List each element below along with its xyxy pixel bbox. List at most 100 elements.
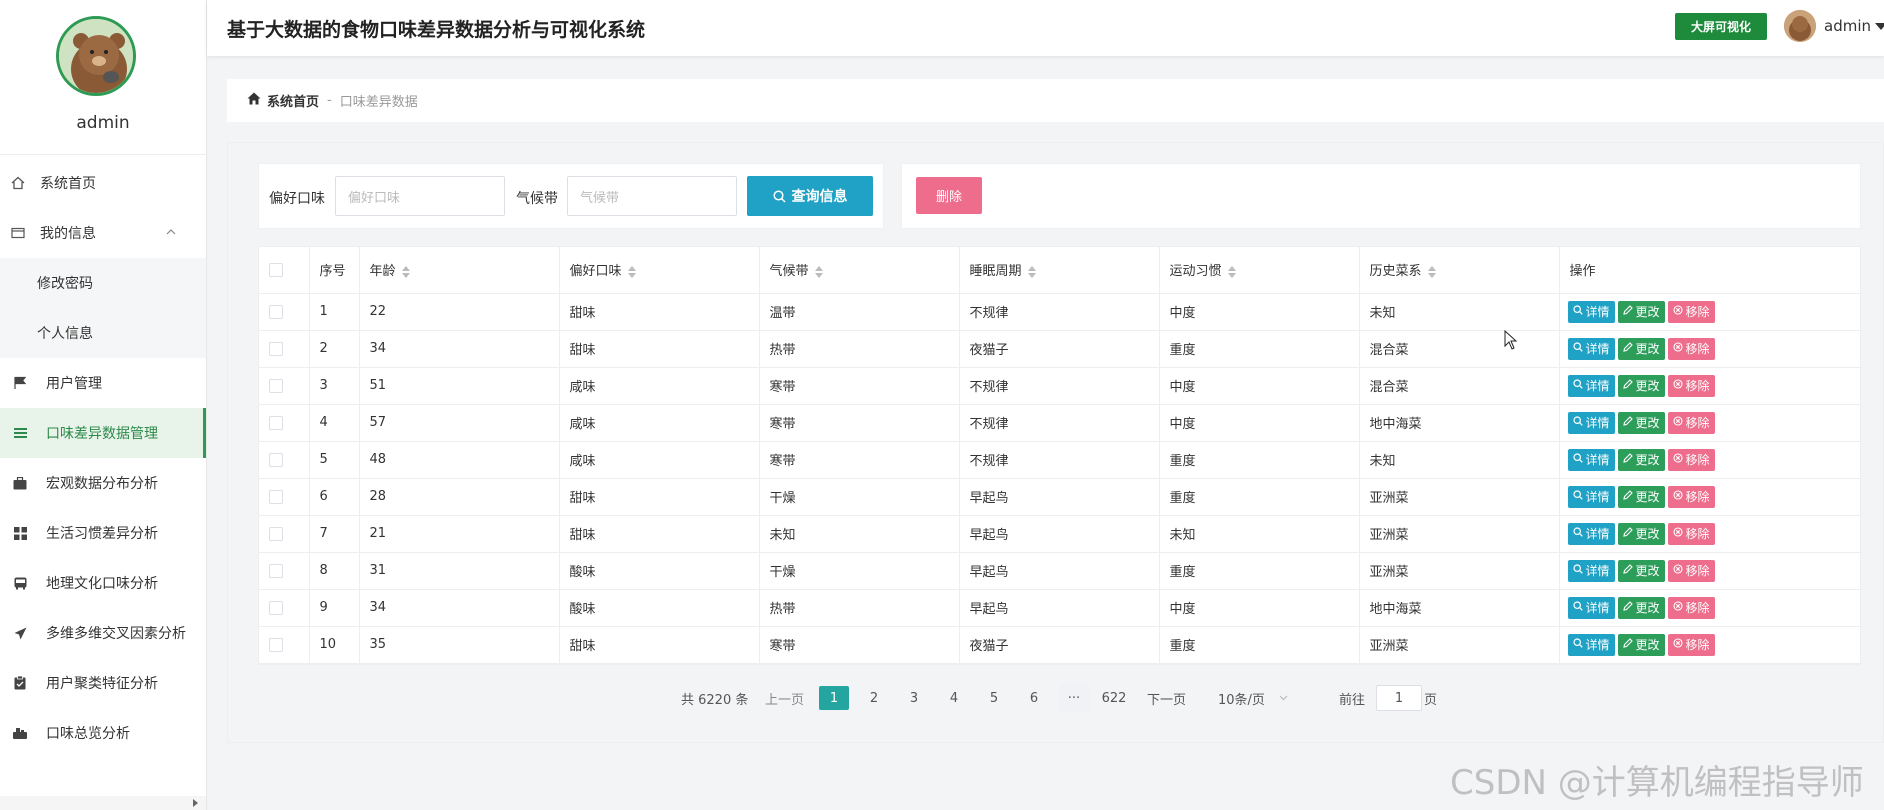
checkbox[interactable] [269,452,283,467]
checkbox[interactable] [269,600,283,615]
checkbox[interactable] [269,304,283,319]
col-header-cuisine[interactable]: 历史菜系 [1359,247,1560,294]
breadcrumb-home[interactable]: 系统首页 [247,91,319,110]
page-3-button[interactable]: 3 [899,684,929,712]
remove-button[interactable]: 移除 [1667,596,1715,619]
sidebar-item-lifestyle-analysis[interactable]: 生活习惯差异分析 [0,508,206,558]
sort-icon[interactable] [401,265,410,278]
page-6-button[interactable]: 6 [1019,684,1049,712]
checkbox[interactable] [269,262,283,277]
row-select-cell[interactable] [259,293,310,331]
climate-input[interactable]: 气候带 [567,176,737,216]
edit-button[interactable]: 更改 [1617,559,1665,582]
detail-button[interactable]: 详情 [1567,337,1615,360]
col-header-sleep[interactable]: 睡眠周期 [959,247,1160,294]
remove-button[interactable]: 移除 [1667,411,1715,434]
row-select-cell[interactable] [259,515,310,553]
remove-button[interactable]: 移除 [1667,374,1715,397]
bigscreen-button[interactable]: 大屏可视化 [1675,13,1767,40]
sort-icon[interactable] [814,265,823,278]
edit-button[interactable]: 更改 [1617,633,1665,656]
sidebar-scrollbar[interactable] [0,796,206,810]
checkbox[interactable] [269,637,283,652]
page-1-button[interactable]: 1 [819,686,849,710]
edit-button[interactable]: 更改 [1617,374,1665,397]
sort-icon[interactable] [1027,265,1036,278]
row-select-cell[interactable] [259,626,310,664]
sidebar-item-my-info[interactable]: 我的信息 [0,208,206,258]
sidebar-item-user-management[interactable]: 用户管理 [0,358,206,408]
goto-page-input[interactable]: 1 [1376,685,1422,711]
sidebar-item-home[interactable]: 系统首页 [0,158,206,208]
page-4-button[interactable]: 4 [939,684,969,712]
col-header-age[interactable]: 年龄 [359,247,560,294]
sort-icon[interactable] [627,265,636,278]
row-select-cell[interactable] [259,589,310,627]
select-all-checkbox[interactable] [259,247,310,294]
detail-button[interactable]: 详情 [1567,411,1615,434]
remove-button[interactable]: 移除 [1667,448,1715,471]
next-page-button[interactable]: 下一页 [1147,684,1186,712]
remove-button[interactable]: 移除 [1667,300,1715,323]
col-header-taste[interactable]: 偏好口味 [559,247,760,294]
remove-button[interactable]: 移除 [1667,559,1715,582]
col-header-climate[interactable]: 气候带 [759,247,960,294]
sidebar-item-cluster-analysis[interactable]: 用户聚类特征分析 [0,658,206,708]
edit-button[interactable]: 更改 [1617,411,1665,434]
detail-button[interactable]: 详情 [1567,448,1615,471]
detail-button[interactable]: 详情 [1567,522,1615,545]
last-page-button[interactable]: 622 [1099,684,1129,712]
edit-button[interactable]: 更改 [1617,448,1665,471]
prev-page-button[interactable]: 上一页 [765,684,804,712]
checkbox[interactable] [269,341,283,356]
row-select-cell[interactable] [259,404,310,442]
remove-button[interactable]: 移除 [1667,485,1715,508]
remove-button[interactable]: 移除 [1667,633,1715,656]
checkbox[interactable] [269,526,283,541]
row-select-cell[interactable] [259,441,310,479]
row-select-cell[interactable] [259,330,310,368]
row-select-cell[interactable] [259,367,310,405]
scroll-right-icon[interactable] [193,799,198,807]
sort-icon[interactable] [1427,265,1436,278]
col-header-exercise[interactable]: 运动习惯 [1159,247,1360,294]
sidebar-item-taste-data[interactable]: 口味差异数据管理 [0,408,206,458]
edit-button[interactable]: 更改 [1617,485,1665,508]
edit-button[interactable]: 更改 [1617,300,1665,323]
sidebar-item-taste-overview[interactable]: 口味总览分析 [0,708,206,758]
detail-button[interactable]: 详情 [1567,374,1615,397]
query-button[interactable]: 查询信息 [747,176,873,216]
edit-button[interactable]: 更改 [1617,522,1665,545]
remove-button[interactable]: 移除 [1667,337,1715,360]
sort-icon[interactable] [1227,265,1236,278]
page-5-button[interactable]: 5 [979,684,1009,712]
page-2-button[interactable]: 2 [859,684,889,712]
row-select-cell[interactable] [259,552,310,590]
detail-button[interactable]: 详情 [1567,300,1615,323]
remove-button[interactable]: 移除 [1667,522,1715,545]
detail-button[interactable]: 详情 [1567,633,1615,656]
user-avatar[interactable] [1784,10,1816,42]
detail-button[interactable]: 详情 [1567,596,1615,619]
edit-button[interactable]: 更改 [1617,596,1665,619]
row-select-cell[interactable] [259,478,310,516]
more-pages-button[interactable]: ··· [1059,684,1089,712]
sidebar-item-change-password[interactable]: 修改密码 [0,258,206,308]
sidebar-item-macro-analysis[interactable]: 宏观数据分布分析 [0,458,206,508]
checkbox[interactable] [269,378,283,393]
app-title: 基于大数据的食物口味差异数据分析与可视化系统 [227,19,646,41]
sidebar-item-geo-analysis[interactable]: 地理文化口味分析 [0,558,206,608]
taste-input[interactable]: 偏好口味 [335,176,505,216]
page-size-select[interactable]: 10条/页 [1218,684,1288,712]
detail-button[interactable]: 详情 [1567,559,1615,582]
delete-button[interactable]: 删除 [916,177,982,214]
caret-down-icon[interactable] [1875,23,1884,30]
user-name[interactable]: admin [1824,17,1871,35]
edit-button[interactable]: 更改 [1617,337,1665,360]
detail-button[interactable]: 详情 [1567,485,1615,508]
sidebar-item-cross-factor-analysis[interactable]: 多维多维交叉因素分析 [0,608,206,658]
checkbox[interactable] [269,415,283,430]
checkbox[interactable] [269,563,283,578]
checkbox[interactable] [269,489,283,504]
sidebar-item-personal-info[interactable]: 个人信息 [0,308,206,358]
